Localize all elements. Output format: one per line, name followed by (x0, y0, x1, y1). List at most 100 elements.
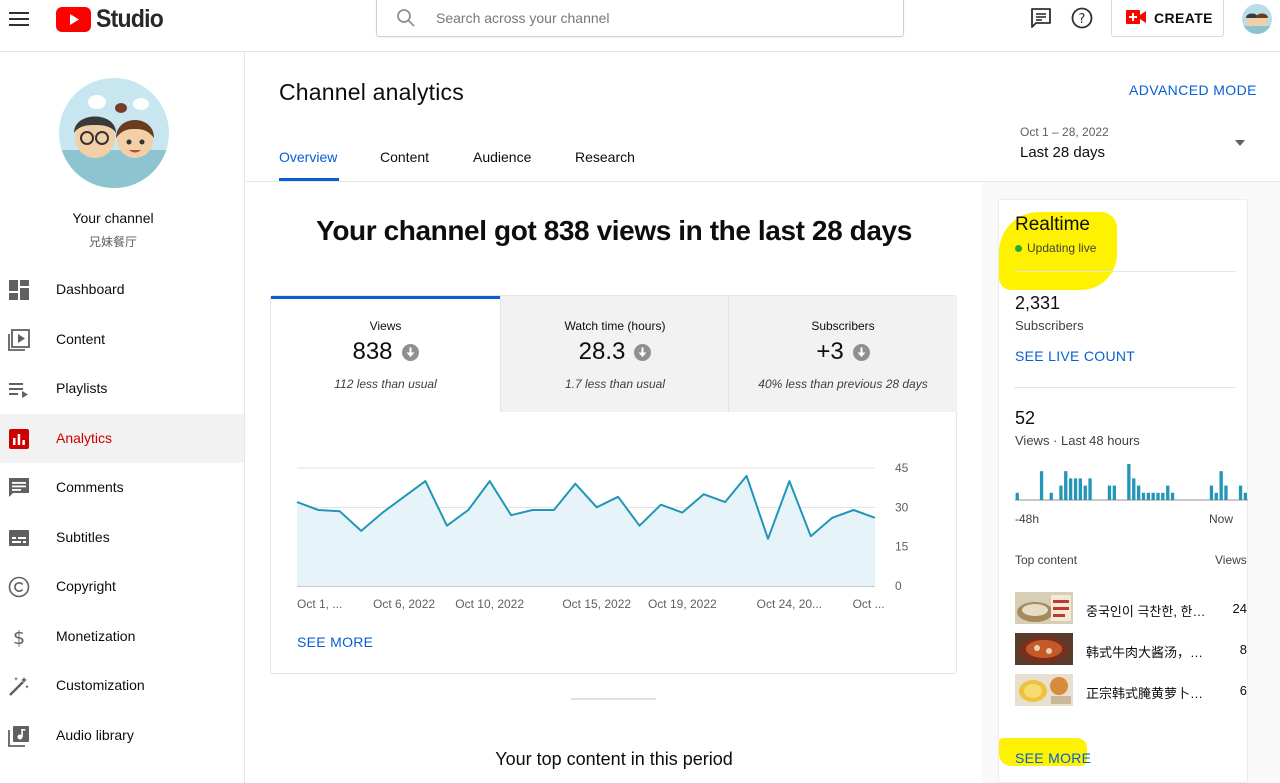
dashboard-icon (9, 280, 29, 300)
sidebar-item-customization[interactable]: Customization (0, 661, 244, 711)
realtime-status: Updating live (1015, 241, 1096, 255)
create-label: CREATE (1154, 10, 1213, 26)
hourly-bar (1137, 485, 1141, 500)
analytics-icon (9, 428, 29, 449)
date-range-picker[interactable]: Oct 1 – 28, 2022 Last 28 days (1020, 118, 1250, 168)
see-live-count-button[interactable]: SEE LIVE COUNT (1015, 348, 1135, 364)
overview-headline: Your channel got 838 views in the last 2… (316, 215, 912, 246)
y-tick-label: 15 (895, 540, 909, 554)
hourly-bar (1127, 464, 1131, 500)
metric-tab-subscribers[interactable]: Subscribers +3 40% less than previous 28… (728, 296, 957, 412)
video-thumbnail (1015, 633, 1073, 665)
sidebar-item-copyright[interactable]: Copyright (0, 562, 244, 612)
metric-delta: 112 less than usual (334, 377, 437, 391)
video-title: 正宗韩式腌黄萝卜，超简单 (1086, 686, 1211, 701)
advanced-mode-link[interactable]: ADVANCED MODE (1129, 82, 1257, 98)
video-view-count: 24 (1232, 601, 1247, 616)
views-48h-count: 52 (1015, 408, 1036, 428)
live-dot-icon (1015, 244, 1022, 252)
studio-logo[interactable]: Studio (56, 5, 169, 34)
sidebar-item-audio-library[interactable]: Audio library (0, 711, 244, 761)
hourly-bar (1078, 478, 1082, 500)
see-more-button[interactable]: SEE MORE (1015, 750, 1091, 766)
top-content-item[interactable]: 正宗韩式腌黄萝卜，超简单 6 (1015, 674, 1247, 708)
search-input[interactable]: Search across your channel (376, 0, 904, 37)
hourly-bar (1166, 485, 1170, 500)
x-tick-label: Oct 24, 20... (757, 597, 822, 611)
sidebar-item-comments[interactable]: Comments (0, 463, 244, 513)
channel-title: Your channel (72, 210, 154, 226)
channel-name: 兄妹餐厅 (88, 235, 137, 249)
hourly-bar (1083, 485, 1087, 500)
account-avatar[interactable] (1242, 4, 1272, 34)
hourly-bar (1015, 492, 1019, 500)
hourly-bar (1238, 485, 1243, 500)
hourly-bar (1214, 492, 1218, 500)
video-title: 중국인이 극찬한, 한국식 소고기무국 (1086, 604, 1211, 619)
hourly-bar (1107, 485, 1112, 500)
hourly-bar (1039, 471, 1044, 500)
monetization-icon: $ (13, 627, 25, 648)
top-content-item[interactable]: 韩式牛肉大酱汤，家常做法 8 (1015, 633, 1247, 667)
series-area (297, 475, 875, 586)
svg-text:$: $ (13, 627, 25, 648)
x-tick-label: Oct 6, 2022 (373, 597, 435, 611)
x-tick-label: Oct 1, ... (297, 597, 342, 611)
svg-text:?: ? (1079, 12, 1086, 27)
feedback-icon[interactable] (1029, 6, 1053, 30)
hourly-bar (1088, 478, 1092, 500)
menu-icon[interactable] (8, 8, 30, 30)
sidebar-item-label: Audio library (56, 726, 134, 743)
metric-tab-views[interactable]: Views 838 112 less than usual (271, 296, 500, 412)
metric-value: 838 (352, 338, 393, 365)
sidebar-item-content[interactable]: Content (0, 315, 244, 365)
hourly-bar (1132, 478, 1136, 500)
metric-label: Subscribers (811, 319, 875, 333)
sidebar-nav: Dashboard Content Playlists Analytics Co… (0, 265, 244, 760)
create-button[interactable]: CREATE (1111, 0, 1224, 37)
comments-icon (9, 478, 29, 497)
see-more-button[interactable]: SEE MORE (297, 634, 373, 650)
tab-content[interactable]: Content (380, 149, 429, 165)
views-48h-label: Views · Last 48 hours (1015, 433, 1140, 448)
hourly-bar (1219, 471, 1223, 500)
video-camera-icon (1126, 10, 1146, 24)
hourly-bar (1059, 485, 1063, 500)
tab-audience[interactable]: Audience (473, 149, 531, 165)
top-content-item[interactable]: 중국인이 극찬한, 한국식 소고기무국 24 (1015, 592, 1247, 626)
realtime-title: Realtime (1015, 214, 1090, 235)
sidebar-item-label: Analytics (56, 429, 113, 446)
hourly-views-bar-chart[interactable] (1015, 462, 1248, 502)
video-thumbnail (1015, 592, 1073, 624)
tab-overview[interactable]: Overview (279, 149, 337, 165)
sidebar: Your channel 兄妹餐厅 Dashboard Content Play… (0, 52, 245, 783)
sidebar-item-dashboard[interactable]: Dashboard (0, 265, 244, 315)
sidebar-item-analytics[interactable]: Analytics (0, 413, 244, 463)
help-icon[interactable]: ? (1070, 6, 1094, 30)
realtime-card: Realtime Updating live 2,331 Subscribers… (998, 199, 1248, 783)
sidebar-item-label: Subtitles (56, 528, 110, 545)
views-line-chart[interactable]: 0 15 30 45 Oct 1, ... Oct 6, 2022 Oct 10, 2022… (271, 412, 957, 617)
metric-label: Watch time (hours) (564, 319, 666, 333)
metric-tab-watch-time[interactable]: Watch time (hours) 28.3 1.7 less than us… (500, 296, 729, 412)
hourly-bar (1156, 492, 1160, 500)
metric-delta: 40% less than previous 28 days (758, 377, 928, 391)
hourly-bar (1209, 485, 1214, 500)
hourly-bar (1151, 492, 1155, 500)
hourly-bar (1170, 492, 1175, 500)
views-column-label: Views (1215, 553, 1247, 567)
tab-research[interactable]: Research (575, 149, 635, 165)
sidebar-item-playlists[interactable]: Playlists (0, 364, 244, 414)
channel-avatar[interactable] (59, 78, 169, 188)
hourly-bar (1069, 478, 1073, 500)
video-title: 韩式牛肉大酱汤，家常做法 (1086, 645, 1211, 660)
date-range-text: Oct 1 – 28, 2022 (1020, 125, 1109, 139)
sidebar-item-monetization[interactable]: $ Monetization (0, 612, 244, 662)
youtube-logo-icon (56, 7, 91, 32)
hourly-bar (1161, 492, 1165, 500)
x-tick-label: Oct 10, 2022 (455, 597, 524, 611)
metric-value: +3 (816, 338, 844, 365)
hourly-bar (1049, 492, 1053, 500)
section-divider (571, 698, 656, 700)
sidebar-item-subtitles[interactable]: Subtitles (0, 513, 244, 563)
